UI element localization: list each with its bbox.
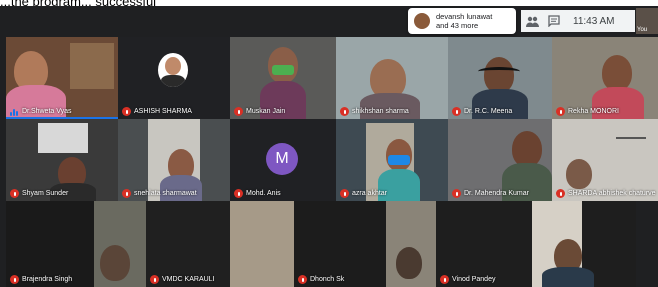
participant-initial-avatar: M xyxy=(266,143,298,175)
participant-tile[interactable]: Muskan Jain xyxy=(230,37,336,119)
participant-name-text: Muskan Jain xyxy=(246,108,286,115)
join-notification[interactable]: devansh lunawat and 43 more xyxy=(408,8,516,34)
participant-name-text: Vinod Pandey xyxy=(452,276,496,283)
mic-off-icon xyxy=(10,189,19,198)
mic-off-icon xyxy=(122,107,131,116)
clock-time: 11:43 AM xyxy=(573,15,615,27)
participant-video xyxy=(566,159,592,189)
participant-name-text: SHARDA abhishek chaturve xyxy=(568,190,656,197)
ceiling-fan xyxy=(616,129,646,139)
chat-icon[interactable] xyxy=(543,10,565,32)
participant-video xyxy=(100,245,130,281)
participant-video xyxy=(602,55,632,91)
room-background xyxy=(230,201,294,287)
people-icon[interactable] xyxy=(521,10,543,32)
participant-tile[interactable]: M Mohd. Anis xyxy=(230,119,336,201)
notification-name: devansh lunawat xyxy=(436,12,493,21)
participant-name: Shyam Sunder xyxy=(10,189,68,198)
participant-tile[interactable]: ASHISH SHARMA xyxy=(118,37,230,119)
participant-name: Dr.Shweta Vyas xyxy=(10,107,72,116)
participant-name-text: Dr. R.C. Meena xyxy=(464,108,513,115)
window-background xyxy=(70,43,114,89)
participant-name: Mohd. Anis xyxy=(234,189,281,198)
participant-name: Brajendra Singh xyxy=(10,275,72,284)
participant-name-text: VMDC KARAULI xyxy=(162,276,215,283)
top-bar: devansh lunawat and 43 more 11:43 AM You xyxy=(0,6,658,36)
mic-off-icon xyxy=(452,189,461,198)
mic-off-icon xyxy=(150,275,159,284)
participant-name: shikhshan sharma xyxy=(340,107,409,116)
meeting-controls-bar: 11:43 AM xyxy=(521,10,635,32)
background-shelf xyxy=(38,123,88,153)
participant-video xyxy=(512,131,542,167)
notification-more: and 43 more xyxy=(436,21,479,30)
headphones xyxy=(478,67,520,76)
participant-name: snehlata sharmawat xyxy=(122,189,197,198)
participant-name-text: Rekha MONORI xyxy=(568,108,619,115)
participant-name: Rekha MONORI xyxy=(556,107,619,116)
participant-tile[interactable]: snehlata sharmawat xyxy=(118,119,230,201)
face-mask xyxy=(388,155,410,165)
mic-off-icon xyxy=(440,275,449,284)
participant-tile[interactable]: Dr. R.C. Meena xyxy=(448,37,552,119)
participant-name-text: Dr.Shweta Vyas xyxy=(22,108,72,115)
participant-name-text: Shyam Sunder xyxy=(22,190,69,197)
participant-name: Dhonch Sk xyxy=(298,275,344,284)
participant-tile[interactable]: Rekha MONORI xyxy=(552,37,658,119)
participant-tile[interactable]: Brajendra Singh xyxy=(6,201,146,287)
mic-off-icon xyxy=(556,189,565,198)
mic-off-icon xyxy=(122,189,131,198)
self-view-label: You xyxy=(637,27,648,33)
participant-tile[interactable]: Shyam Sunder xyxy=(6,119,118,201)
participant-tile[interactable]: Vinod Pandey xyxy=(436,201,636,287)
participant-video-body xyxy=(542,267,594,287)
participant-tile[interactable]: azra akhtar xyxy=(336,119,448,201)
speaking-indicator-icon xyxy=(10,107,19,116)
participant-name-text: ASHISH SHARMA xyxy=(134,108,192,115)
participant-name: azra akhtar xyxy=(340,189,387,198)
participant-name: Muskan Jain xyxy=(234,107,285,116)
participant-tile[interactable]: Dhonch Sk xyxy=(294,201,436,287)
mic-off-icon xyxy=(340,107,349,116)
participant-tile[interactable]: Dr.Shweta Vyas xyxy=(6,37,118,119)
self-view-thumbnail[interactable]: You xyxy=(636,8,658,34)
mic-off-icon xyxy=(556,107,565,116)
participant-name-text: shikhshan sharma xyxy=(352,108,409,115)
mic-off-icon xyxy=(340,189,349,198)
participant-name: Dr. R.C. Meena xyxy=(452,107,512,116)
participant-tile[interactable]: Dr. Mahendra Kumar xyxy=(448,119,552,201)
participant-name-text: Mohd. Anis xyxy=(246,190,281,197)
participant-name: SHARDA abhishek chaturve xyxy=(556,189,656,198)
participant-video xyxy=(396,247,422,279)
notification-text: devansh lunawat and 43 more xyxy=(436,12,492,30)
participant-avatar xyxy=(158,53,188,87)
participant-name-text: Brajendra Singh xyxy=(22,276,73,283)
participant-name-text: snehlata sharmawat xyxy=(134,190,197,197)
participant-name: Dr. Mahendra Kumar xyxy=(452,189,529,198)
participant-name: VMDC KARAULI xyxy=(150,275,215,284)
mic-off-icon xyxy=(298,275,307,284)
meeting-stage: devansh lunawat and 43 more 11:43 AM You… xyxy=(0,6,658,287)
mic-off-icon xyxy=(10,275,19,284)
participant-tile[interactable]: VMDC KARAULI xyxy=(146,201,294,287)
mic-off-icon xyxy=(234,189,243,198)
participant-name-text: azra akhtar xyxy=(352,190,388,197)
participant-name: Vinod Pandey xyxy=(440,275,495,284)
mic-off-icon xyxy=(234,107,243,116)
participant-name-text: Dr. Mahendra Kumar xyxy=(464,190,529,197)
participant-name-text: Dhonch Sk xyxy=(310,276,345,283)
participant-tile[interactable]: SHARDA abhishek chaturve xyxy=(552,119,658,201)
participant-name: ASHISH SHARMA xyxy=(122,107,192,116)
notification-avatar xyxy=(414,13,430,29)
mic-off-icon xyxy=(452,107,461,116)
participant-tile[interactable]: shikhshan sharma xyxy=(336,37,448,119)
face-mask xyxy=(272,65,294,75)
